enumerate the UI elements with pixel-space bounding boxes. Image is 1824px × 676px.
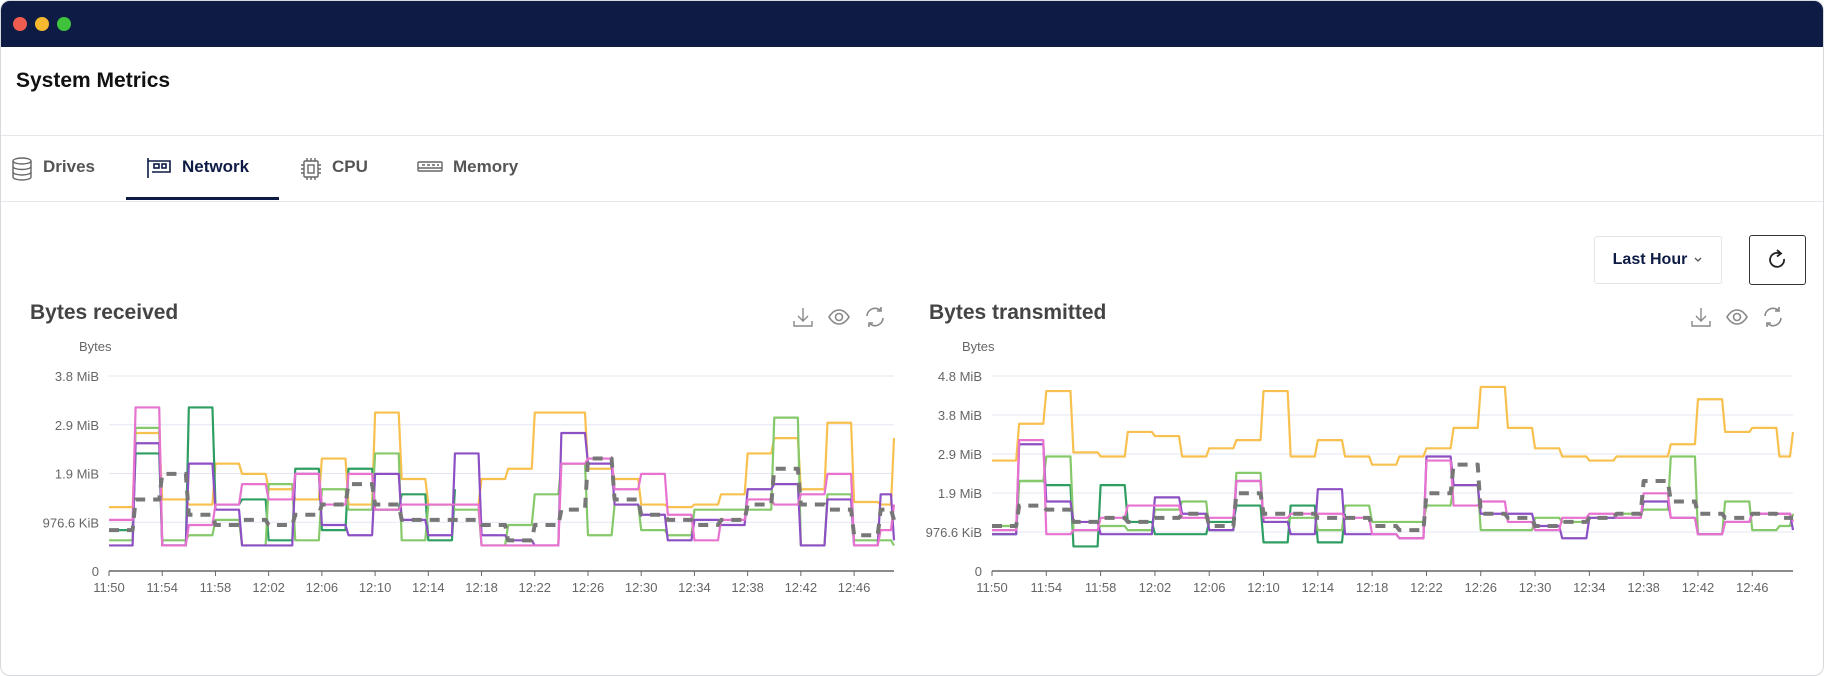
- x-tick-label: 12:02: [1139, 580, 1172, 595]
- x-tick-label: 12:18: [1356, 580, 1389, 595]
- series-line-3: [992, 443, 1795, 540]
- cpu-chip-icon: [301, 158, 321, 180]
- series-line-2: [992, 455, 1795, 536]
- reload-chart-icon[interactable]: [1761, 305, 1785, 329]
- tab-label: Memory: [453, 157, 519, 176]
- average-series-line: [992, 462, 1793, 533]
- minimize-window-button[interactable]: [35, 17, 49, 31]
- download-icon[interactable]: [791, 305, 815, 329]
- x-tick-label: 11:54: [1031, 580, 1063, 595]
- tabs-divider: [1, 201, 1823, 202]
- x-tick-label: 12:42: [1682, 580, 1715, 595]
- download-icon[interactable]: [1689, 305, 1713, 329]
- x-tick-label: 11:58: [1085, 580, 1117, 595]
- x-tick-label: 12:22: [1410, 580, 1443, 595]
- time-range-select[interactable]: Last Hour: [1594, 236, 1722, 284]
- x-tick-label: 12:06: [1193, 580, 1226, 595]
- refresh-icon: [1768, 249, 1785, 268]
- x-tick-label: 12:46: [1736, 580, 1769, 595]
- tab-drives[interactable]: Drives: [11, 151, 95, 201]
- time-range-value: Last Hour: [1612, 251, 1688, 268]
- page-title: System Metrics: [16, 69, 171, 92]
- close-window-button[interactable]: [13, 17, 27, 31]
- eye-icon[interactable]: [1725, 305, 1749, 329]
- memory-module-icon: [417, 161, 443, 172]
- network-card-icon: [147, 158, 171, 178]
- y-tick-label: 976.6 KiB: [926, 525, 982, 540]
- tab-label: CPU: [332, 157, 368, 176]
- database-icon: [12, 157, 32, 181]
- series-line-0: [992, 385, 1795, 466]
- tab-network[interactable]: Network: [146, 151, 249, 201]
- tab-cpu[interactable]: CPU: [300, 151, 368, 201]
- tab-label: Drives: [43, 157, 95, 176]
- title-bar: [1, 1, 1823, 47]
- x-tick-label: 11:50: [976, 580, 1008, 595]
- active-tab-indicator: [126, 197, 279, 200]
- refresh-button[interactable]: [1749, 235, 1806, 285]
- x-tick-label: 12:38: [1627, 580, 1660, 595]
- tab-memory[interactable]: Memory: [417, 151, 518, 201]
- y-tick-label: 3.8 MiB: [938, 408, 982, 423]
- app-window: System Metrics Drives Network CPU Memory…: [0, 0, 1824, 676]
- y-tick-label: 4.8 MiB: [938, 369, 982, 384]
- reload-chart-icon[interactable]: [863, 305, 887, 329]
- tab-label: Network: [182, 157, 250, 176]
- y-tick-label: 1.9 MiB: [938, 486, 982, 501]
- x-tick-label: 12:26: [1464, 580, 1497, 595]
- y-tick-label: 0: [975, 564, 982, 579]
- x-tick-label: 12:34: [1573, 580, 1606, 595]
- x-tick-label: 12:30: [1519, 580, 1552, 595]
- header-divider: [1, 135, 1823, 136]
- chevron-down-icon: [1694, 257, 1702, 262]
- eye-icon[interactable]: [827, 305, 851, 329]
- y-axis-label: Bytes: [962, 339, 995, 354]
- maximize-window-button[interactable]: [57, 17, 71, 31]
- bytes-transmitted-chart: Bytes 0 976.6 KiB 1.9 MiB 2.9 MiB 3.8 MiB 4.8 …: [926, 339, 1795, 595]
- y-tick-label: 2.9 MiB: [938, 447, 982, 462]
- chart-title-bytes-transmitted: Bytes transmitted: [929, 301, 1107, 324]
- chart-title-bytes-received: Bytes received: [30, 301, 179, 324]
- x-tick-label: 12:14: [1302, 580, 1335, 595]
- x-tick-label: 12:10: [1247, 580, 1280, 595]
- series-line-4: [992, 439, 1795, 540]
